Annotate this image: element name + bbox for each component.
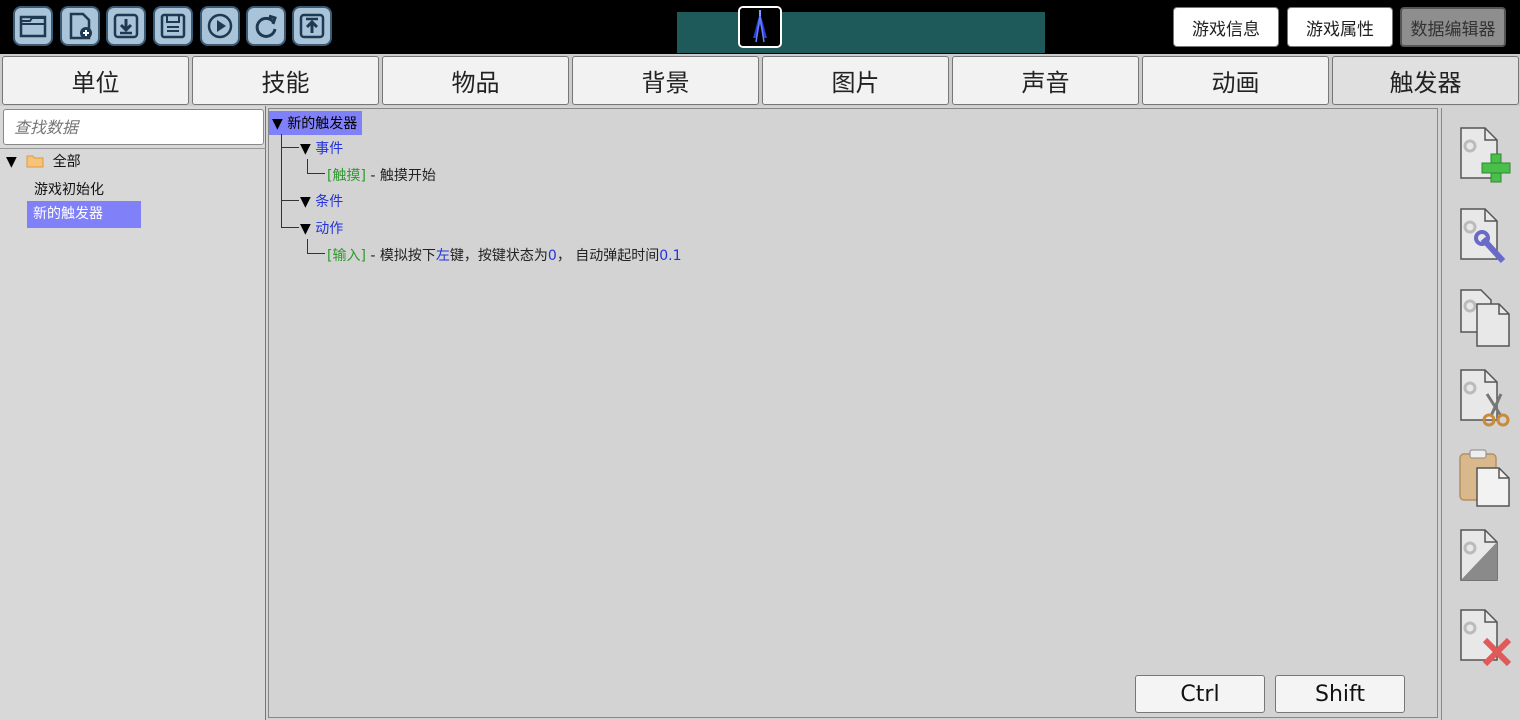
download-icon [113, 13, 139, 39]
events-node[interactable]: ▼ 事件 [300, 138, 343, 158]
tab-units[interactable]: 单位 [2, 56, 189, 105]
tab-items[interactable]: 物品 [382, 56, 569, 105]
shift-key-button[interactable]: Shift [1275, 675, 1405, 713]
edit-trigger-button[interactable] [1457, 207, 1515, 267]
event-category: [触摸] [327, 168, 366, 184]
tab-triggers[interactable]: 触发器 [1332, 56, 1519, 105]
conditions-node[interactable]: ▼ 条件 [300, 191, 343, 211]
trigger-root-node[interactable]: ▼ 新的触发器 [269, 111, 363, 135]
trigger-tools-panel [1441, 108, 1520, 720]
tab-animations[interactable]: 动画 [1142, 56, 1329, 105]
main-area: ▼ 全部 游戏初始化 新的触发器 ▼ 新的触发器 ▼ 事件 [触摸] - 触摸开… [0, 106, 1520, 720]
collapse-triangle-icon[interactable]: ▼ [272, 116, 283, 132]
collapse-triangle-icon[interactable]: ▼ [300, 194, 311, 210]
play-icon [207, 13, 233, 39]
data-editor-button[interactable]: 数据编辑器 [1400, 7, 1506, 47]
tree-connector [281, 134, 299, 148]
cut-trigger-button[interactable] [1457, 368, 1515, 428]
paste-trigger-button[interactable] [1457, 448, 1515, 508]
actions-node[interactable]: ▼ 动作 [300, 218, 343, 238]
top-bar: 游戏信息 游戏属性 数据编辑器 [0, 0, 1520, 54]
copy-trigger-icon [1460, 289, 1510, 347]
game-properties-button[interactable]: 游戏属性 [1287, 7, 1393, 47]
tree-item-game-init[interactable]: 游戏初始化 [33, 179, 105, 199]
trigger-name: 新的触发器 [287, 116, 358, 132]
new-file-icon [69, 12, 92, 40]
add-trigger-icon [1460, 127, 1511, 183]
new-file-button[interactable] [60, 6, 100, 46]
action-category: [输入] [327, 248, 366, 264]
tree-connector [281, 148, 299, 201]
copy-trigger-button[interactable] [1457, 288, 1515, 348]
refresh-icon [255, 14, 277, 38]
tree-root-all[interactable]: ▼ 全部 [6, 151, 81, 171]
export-button[interactable] [292, 6, 332, 46]
collapse-triangle-icon[interactable]: ▼ [300, 221, 311, 237]
add-trigger-button[interactable] [1457, 126, 1515, 186]
paste-trigger-icon [1459, 449, 1510, 507]
conditions-label: 条件 [315, 194, 344, 210]
actions-label: 动作 [315, 221, 344, 237]
tab-sounds[interactable]: 声音 [952, 56, 1139, 105]
action-state-param[interactable]: 0 [548, 248, 557, 264]
tree-item-new-trigger[interactable]: 新的触发器 [27, 201, 141, 228]
edit-trigger-icon [1460, 208, 1506, 264]
game-info-button[interactable]: 游戏信息 [1173, 7, 1279, 47]
play-button[interactable] [200, 6, 240, 46]
import-button[interactable] [106, 6, 146, 46]
event-entry[interactable]: [触摸] - 触摸开始 [327, 165, 436, 185]
upload-icon [299, 13, 325, 39]
collapse-triangle-icon[interactable]: ▼ [300, 141, 311, 157]
expand-triangle-icon[interactable]: ▼ [6, 154, 17, 170]
tree-root-label: 全部 [52, 154, 81, 170]
open-folder-button[interactable] [13, 6, 53, 46]
game-character-icon [740, 8, 780, 46]
save-icon [160, 13, 186, 39]
refresh-button[interactable] [246, 6, 286, 46]
trigger-editor-panel: ▼ 新的触发器 ▼ 事件 [触摸] - 触摸开始 ▼ 条件 ▼ 动作 [输入] … [268, 108, 1438, 718]
save-button[interactable] [153, 6, 193, 46]
disable-trigger-icon [1460, 529, 1498, 581]
game-preview-strip [677, 12, 1045, 53]
action-key-param[interactable]: 左 [436, 248, 450, 264]
tree-connector [281, 201, 299, 228]
data-tree-panel: ▼ 全部 游戏初始化 新的触发器 [0, 106, 266, 720]
action-time-param[interactable]: 0.1 [659, 248, 681, 264]
events-label: 事件 [315, 141, 344, 157]
action-entry[interactable]: [输入] - 模拟按下左键，按键状态为0， 自动弹起时间0.1 [327, 245, 682, 265]
tree-connector [307, 159, 325, 174]
delete-trigger-icon [1460, 609, 1512, 667]
event-text: 触摸开始 [379, 168, 436, 184]
tab-skills[interactable]: 技能 [192, 56, 379, 105]
disable-trigger-button[interactable] [1457, 528, 1515, 588]
tab-images[interactable]: 图片 [762, 56, 949, 105]
tree-connector [307, 239, 325, 254]
data-tree: ▼ 全部 游戏初始化 新的触发器 [0, 148, 266, 720]
search-input[interactable] [3, 109, 264, 145]
category-tabs: 单位 技能 物品 背景 图片 声音 动画 触发器 [0, 54, 1520, 106]
delete-trigger-button[interactable] [1457, 608, 1515, 668]
cut-trigger-icon [1460, 369, 1510, 427]
game-preview-thumbnail[interactable] [738, 6, 782, 48]
open-folder-icon [19, 15, 47, 38]
ctrl-key-button[interactable]: Ctrl [1135, 675, 1265, 713]
folder-icon [26, 155, 44, 168]
tab-backgrounds[interactable]: 背景 [572, 56, 759, 105]
